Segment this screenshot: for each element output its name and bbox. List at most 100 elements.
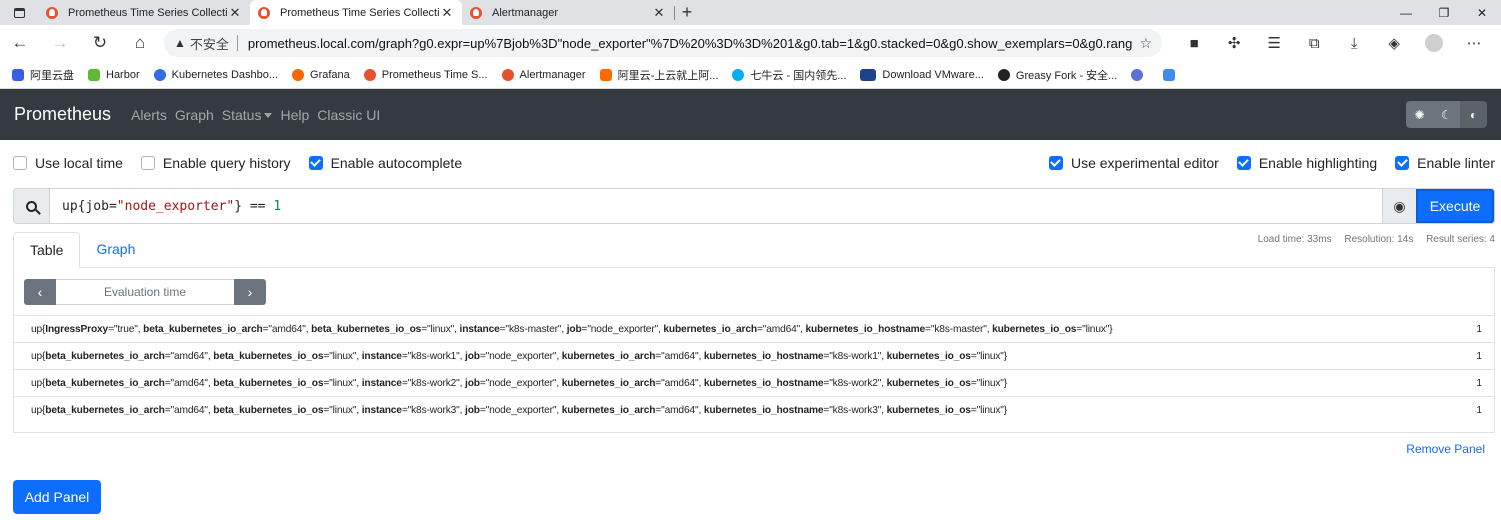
enable-highlighting-checkbox[interactable]: Enable highlighting xyxy=(1236,155,1377,171)
brand-logo[interactable]: Prometheus xyxy=(14,104,111,125)
minimize-icon[interactable]: — xyxy=(1387,0,1425,25)
maximize-icon[interactable]: ❐ xyxy=(1425,0,1463,25)
close-tab-icon[interactable]: ✕ xyxy=(652,5,666,21)
back-arrow-icon[interactable]: ← xyxy=(0,25,40,61)
remove-panel-link[interactable]: Remove Panel xyxy=(1406,442,1485,456)
collections-icon[interactable]: ⧉ xyxy=(1294,34,1334,52)
alertmanager-icon xyxy=(501,68,514,81)
browser-tab-title: Prometheus Time Series Collection and Pr… xyxy=(280,6,440,19)
browser-tab-2[interactable]: Prometheus Time Series Collection and Pr… xyxy=(250,0,462,25)
bookmark-qiniu[interactable]: 七牛云 - 国内领先... xyxy=(732,67,846,83)
nav-graph[interactable]: Graph xyxy=(175,107,214,123)
label-value: "k8s-master" xyxy=(505,323,562,335)
checkbox-box[interactable] xyxy=(140,156,155,170)
bookmark-label: 阿里云盘 xyxy=(30,69,74,82)
result-series: Result series: 4 xyxy=(1426,234,1495,245)
enable-query-history-checkbox[interactable]: Enable query history xyxy=(140,155,291,171)
series-value: 1 xyxy=(1476,377,1482,389)
checkbox-label: Use experimental editor xyxy=(1070,155,1219,171)
editor-options: Use experimental editor Enable highlight… xyxy=(1048,155,1495,171)
bookmark-grafana[interactable]: Grafana xyxy=(292,68,350,81)
more-menu-icon[interactable]: ⋯ xyxy=(1454,34,1494,52)
bookmark-kubernetes[interactable]: Kubernetes Dashbo... xyxy=(153,68,278,81)
next-time-button[interactable]: › xyxy=(234,279,266,305)
shield-icon[interactable]: ◈ xyxy=(1374,34,1414,52)
favorite-star-icon[interactable]: ☆ xyxy=(1140,35,1153,52)
home-icon[interactable]: ⌂ xyxy=(120,25,160,61)
favorites-icon[interactable]: ☰ xyxy=(1254,34,1294,52)
tab-actions-icon[interactable] xyxy=(0,0,38,25)
tab-graph[interactable]: Graph xyxy=(80,231,151,267)
add-panel-button[interactable]: Add Panel xyxy=(13,480,101,514)
checkbox-box[interactable] xyxy=(308,156,323,170)
evaluation-time-input[interactable]: Evaluation time xyxy=(56,279,234,305)
label-key: kubernetes_io_hostname xyxy=(703,350,824,362)
sun-icon[interactable]: ✺ xyxy=(1406,101,1433,128)
browser-tab-3[interactable]: Alertmanager ✕ xyxy=(462,0,674,25)
browser-tab-title: Alertmanager xyxy=(492,6,559,19)
contrast-icon[interactable]: ◐ xyxy=(1460,101,1487,128)
enable-linter-checkbox[interactable]: Enable linter xyxy=(1395,155,1495,171)
new-tab-button[interactable]: + xyxy=(675,0,699,25)
enable-autocomplete-checkbox[interactable]: Enable autocomplete xyxy=(308,155,462,171)
bookmark-vmware[interactable]: Download VMware... xyxy=(860,68,984,81)
checkbox-box[interactable] xyxy=(13,156,27,170)
nav-help[interactable]: Help xyxy=(280,107,309,123)
label-key: instance xyxy=(361,350,402,362)
nav-alerts[interactable]: Alerts xyxy=(131,107,167,123)
bookmark-aliyun[interactable]: 阿里云-上云就上阿... xyxy=(599,67,718,83)
forward-arrow-icon[interactable]: → xyxy=(40,25,80,61)
bookmark-unnamed-1[interactable] xyxy=(1131,68,1149,81)
url-text[interactable]: prometheus.local.com/graph?g0.expr=up%7B… xyxy=(248,36,1132,51)
checkbox-box[interactable] xyxy=(1048,156,1063,170)
url-bar[interactable]: ▲ 不安全 prometheus.local.com/graph?g0.expr… xyxy=(164,29,1163,57)
nav-status[interactable]: Status xyxy=(222,107,273,123)
aliyun-icon xyxy=(599,68,612,81)
checkbox-label: Enable query history xyxy=(162,155,291,171)
refresh-icon[interactable]: ↻ xyxy=(80,25,120,61)
previous-time-button[interactable]: ‹ xyxy=(24,279,56,305)
query-token-operator: } == xyxy=(234,198,274,214)
label-key: beta_kubernetes_io_arch xyxy=(45,404,165,416)
checkbox-box[interactable] xyxy=(1395,156,1410,170)
label-key: instance xyxy=(361,404,402,416)
prometheus-navbar: Prometheus Alerts Graph Status Help Clas… xyxy=(0,89,1501,140)
label-value: "linux" xyxy=(976,350,1004,362)
bookmark-alertmanager[interactable]: Alertmanager xyxy=(501,68,586,81)
metric-close: } xyxy=(1003,377,1008,389)
bookmark-prometheus[interactable]: Prometheus Time S... xyxy=(363,68,488,81)
checkbox-box[interactable] xyxy=(1236,156,1251,170)
expression-input[interactable]: up{job= "node_exporter"} == 1 xyxy=(50,189,1382,223)
label-key: instance xyxy=(361,377,402,389)
warning-icon[interactable]: ▲ xyxy=(174,36,186,50)
label-value: "k8s-work1" xyxy=(829,350,882,362)
close-tab-icon[interactable]: ✕ xyxy=(228,5,242,21)
query-token-string: "node_exporter" xyxy=(116,198,235,214)
bookmark-label: Harbor xyxy=(106,68,140,81)
extension-icon[interactable]: ■ xyxy=(1174,34,1214,52)
puzzle-icon[interactable]: ✣ xyxy=(1214,34,1254,52)
close-tab-icon[interactable]: ✕ xyxy=(440,5,454,21)
bookmark-harbor[interactable]: Harbor xyxy=(88,68,140,81)
use-local-time-checkbox[interactable]: Use local time xyxy=(13,155,123,171)
browser-tab-1[interactable]: Prometheus Time Series Collection and Pr… xyxy=(38,0,250,25)
tab-table[interactable]: Table xyxy=(13,232,81,268)
metrics-explorer-icon[interactable]: ◉ xyxy=(1382,189,1416,223)
bookmark-aliyundrive[interactable]: 阿里云盘 xyxy=(12,67,74,83)
execute-button[interactable]: Execute xyxy=(1416,189,1494,223)
label-key: beta_kubernetes_io_os xyxy=(311,323,422,335)
use-experimental-editor-checkbox[interactable]: Use experimental editor xyxy=(1048,155,1219,171)
security-label[interactable]: 不安全 xyxy=(190,34,229,53)
label-value: "linux" xyxy=(329,377,357,389)
profile-avatar[interactable] xyxy=(1425,34,1444,52)
nav-classic-ui[interactable]: Classic UI xyxy=(317,107,380,123)
close-window-icon[interactable]: ✕ xyxy=(1463,0,1501,25)
table-row: up{beta_kubernetes_io_arch="amd64", beta… xyxy=(14,369,1494,396)
bookmark-unnamed-2[interactable] xyxy=(1163,68,1181,81)
bookmark-greasyfork[interactable]: Greasy Fork - 安全... xyxy=(997,67,1117,83)
prometheus-icon xyxy=(363,68,376,81)
moon-icon[interactable]: ☾ xyxy=(1433,101,1460,128)
download-icon[interactable]: ⤓ xyxy=(1334,34,1374,52)
metric-open: up{ xyxy=(31,404,46,416)
metric-open: up{ xyxy=(31,323,46,335)
